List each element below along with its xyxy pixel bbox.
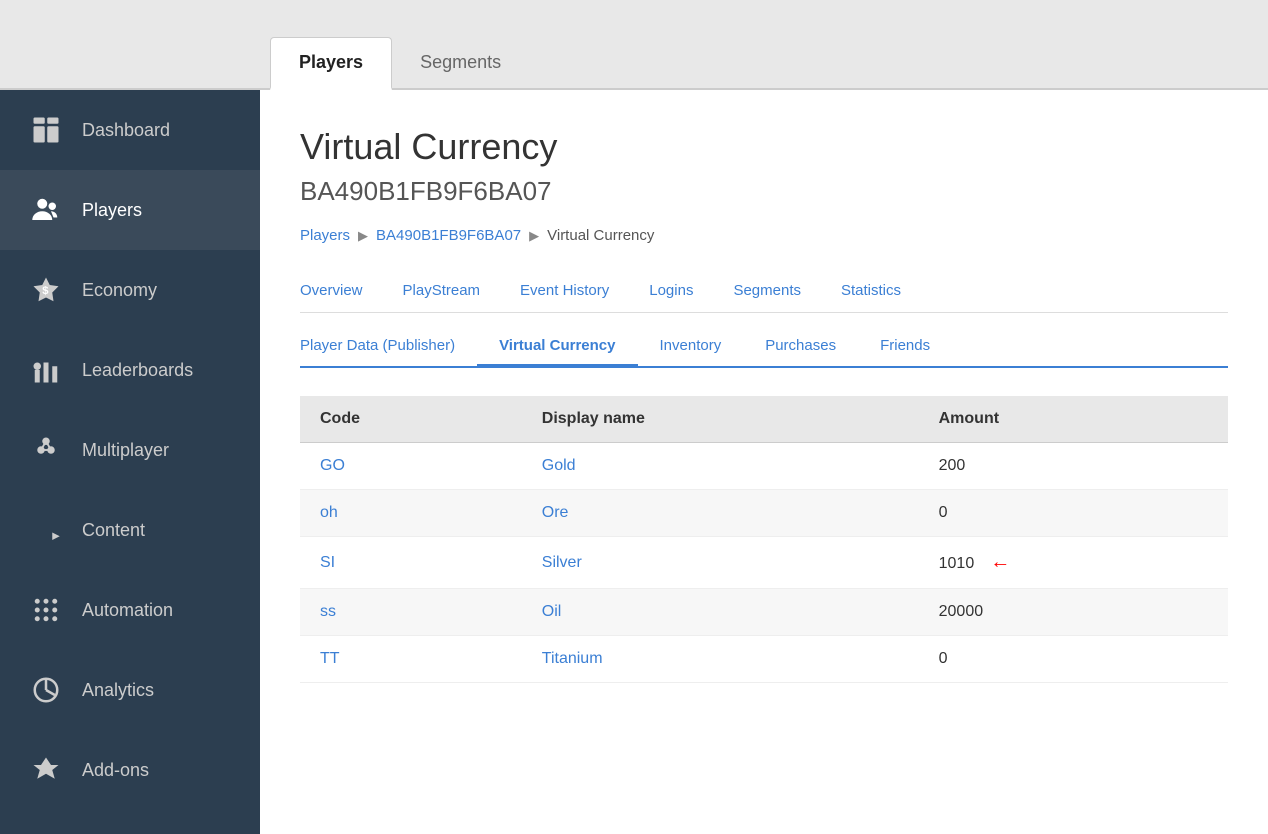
cell-amount: 1010← bbox=[919, 537, 1228, 589]
nav-tab-statistics[interactable]: Statistics bbox=[821, 272, 921, 312]
cell-code[interactable]: ss bbox=[300, 589, 522, 636]
sidebar-label-addons: Add-ons bbox=[82, 760, 149, 781]
arrow-indicator: ← bbox=[990, 551, 1010, 574]
table-row: TTTitanium0 bbox=[300, 636, 1228, 683]
sidebar-label-players: Players bbox=[82, 200, 142, 221]
table-row: GOGold200 bbox=[300, 443, 1228, 490]
addons-icon bbox=[28, 752, 64, 788]
cell-code[interactable]: oh bbox=[300, 490, 522, 537]
tab-segments[interactable]: Segments bbox=[392, 38, 529, 90]
svg-text:$: $ bbox=[42, 285, 49, 297]
automation-icon bbox=[28, 592, 64, 628]
sidebar-item-leaderboards[interactable]: Leaderboards bbox=[0, 330, 260, 410]
dashboard-icon bbox=[28, 112, 64, 148]
main-layout: Dashboard Players $ Economy Leaderboards bbox=[0, 90, 1268, 834]
breadcrumb-current: Virtual Currency bbox=[547, 227, 654, 244]
sidebar-item-addons[interactable]: Add-ons bbox=[0, 730, 260, 810]
sidebar-label-leaderboards: Leaderboards bbox=[82, 360, 193, 381]
sidebar-label-dashboard: Dashboard bbox=[82, 120, 170, 141]
nav-tab-playstream[interactable]: PlayStream bbox=[383, 272, 501, 312]
analytics-icon bbox=[28, 672, 64, 708]
leaderboards-icon bbox=[28, 352, 64, 388]
cell-display-name[interactable]: Gold bbox=[522, 443, 919, 490]
sidebar-label-automation: Automation bbox=[82, 600, 173, 621]
col-code: Code bbox=[300, 396, 522, 443]
col-display-name: Display name bbox=[522, 396, 919, 443]
tab-players[interactable]: Players bbox=[270, 37, 392, 90]
nav-tab-overview[interactable]: Overview bbox=[300, 272, 383, 312]
sub-tab-player-data[interactable]: Player Data (Publisher) bbox=[300, 327, 477, 368]
sidebar-label-content: Content bbox=[82, 520, 145, 541]
players-icon bbox=[28, 192, 64, 228]
breadcrumb: Players ▶ BA490B1FB9F6BA07 ▶ Virtual Cur… bbox=[300, 227, 1228, 244]
sidebar-item-analytics[interactable]: Analytics bbox=[0, 650, 260, 730]
breadcrumb-players[interactable]: Players bbox=[300, 227, 350, 244]
cell-amount: 200 bbox=[919, 443, 1228, 490]
cell-code[interactable]: TT bbox=[300, 636, 522, 683]
nav-tab-event-history[interactable]: Event History bbox=[500, 272, 629, 312]
page-subtitle: BA490B1FB9F6BA07 bbox=[300, 176, 1228, 207]
page-title: Virtual Currency bbox=[300, 126, 1228, 168]
cell-amount: 0 bbox=[919, 636, 1228, 683]
virtual-currency-table: Code Display name Amount GOGold200ohOre0… bbox=[300, 396, 1228, 683]
table-row: SISilver1010← bbox=[300, 537, 1228, 589]
nav-tabs-row: Overview PlayStream Event History Logins… bbox=[300, 272, 1228, 313]
sidebar-label-analytics: Analytics bbox=[82, 680, 154, 701]
nav-tab-segments[interactable]: Segments bbox=[713, 272, 821, 312]
cell-code[interactable]: GO bbox=[300, 443, 522, 490]
breadcrumb-player-id[interactable]: BA490B1FB9F6BA07 bbox=[376, 227, 521, 244]
breadcrumb-sep-2: ▶ bbox=[529, 228, 539, 244]
sub-tab-inventory[interactable]: Inventory bbox=[638, 327, 744, 368]
sub-tab-virtual-currency[interactable]: Virtual Currency bbox=[477, 327, 637, 368]
economy-icon: $ bbox=[28, 272, 64, 308]
sidebar-item-dashboard[interactable]: Dashboard bbox=[0, 90, 260, 170]
multiplayer-icon bbox=[28, 432, 64, 468]
cell-amount: 0 bbox=[919, 490, 1228, 537]
table-row: ssOil20000 bbox=[300, 589, 1228, 636]
sub-tab-purchases[interactable]: Purchases bbox=[743, 327, 858, 368]
cell-display-name[interactable]: Titanium bbox=[522, 636, 919, 683]
sidebar-label-multiplayer: Multiplayer bbox=[82, 440, 169, 461]
cell-amount: 20000 bbox=[919, 589, 1228, 636]
cell-display-name[interactable]: Oil bbox=[522, 589, 919, 636]
breadcrumb-sep-1: ▶ bbox=[358, 228, 368, 244]
sidebar-item-automation[interactable]: Automation bbox=[0, 570, 260, 650]
table-row: ohOre0 bbox=[300, 490, 1228, 537]
col-amount: Amount bbox=[919, 396, 1228, 443]
sub-tab-friends[interactable]: Friends bbox=[858, 327, 952, 368]
sidebar-item-players[interactable]: Players bbox=[0, 170, 260, 250]
cell-code[interactable]: SI bbox=[300, 537, 522, 589]
nav-tab-logins[interactable]: Logins bbox=[629, 272, 713, 312]
cell-display-name[interactable]: Ore bbox=[522, 490, 919, 537]
top-tab-bar: Players Segments bbox=[0, 0, 1268, 90]
cell-display-name[interactable]: Silver bbox=[522, 537, 919, 589]
sidebar-item-multiplayer[interactable]: Multiplayer bbox=[0, 410, 260, 490]
sidebar-label-economy: Economy bbox=[82, 280, 157, 301]
content-icon bbox=[28, 512, 64, 548]
sidebar: Dashboard Players $ Economy Leaderboards bbox=[0, 90, 260, 834]
sidebar-item-content[interactable]: Content bbox=[0, 490, 260, 570]
content-area: Virtual Currency BA490B1FB9F6BA07 Player… bbox=[260, 90, 1268, 834]
sidebar-item-economy[interactable]: $ Economy bbox=[0, 250, 260, 330]
table-header-row: Code Display name Amount bbox=[300, 396, 1228, 443]
sub-tabs-row: Player Data (Publisher) Virtual Currency… bbox=[300, 327, 1228, 368]
